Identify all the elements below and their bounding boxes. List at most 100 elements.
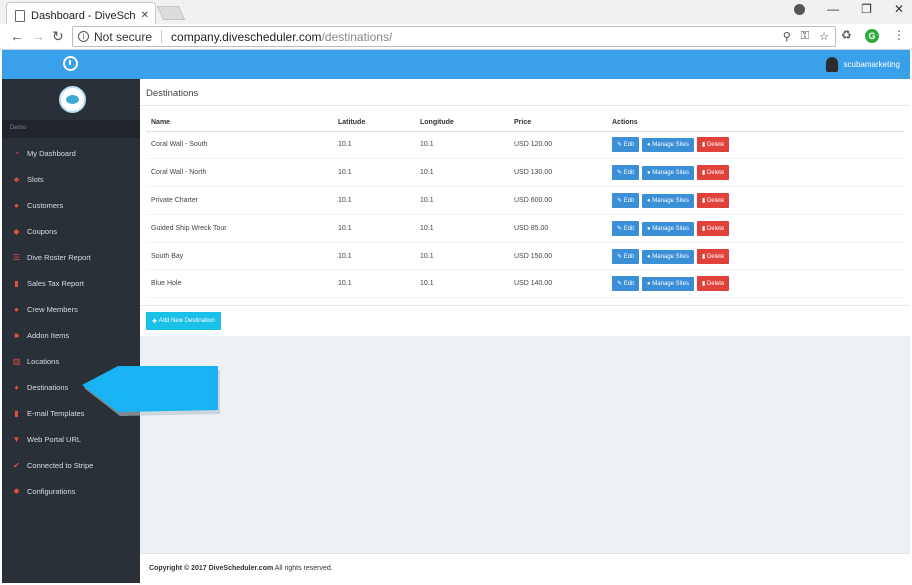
edit-button[interactable]: ✎ Edit [612,165,640,181]
browser-tab[interactable]: Dashboard - DiveSchedu ✕ [6,2,156,24]
divider [161,30,163,43]
pencil-icon: ✎ [617,170,623,177]
url-input[interactable]: i Not secure company.divescheduler.com /… [72,26,836,47]
manage-sites-button[interactable]: ● Manage Sites [642,221,694,236]
grammarly-extension-icon[interactable]: G [865,29,879,43]
reload-icon[interactable]: ↻ [52,28,64,45]
edit-button[interactable]: ✎ Edit [612,220,640,236]
sidebar-item-label: My Dashboard [27,148,76,158]
column-header-longitude[interactable]: Longitude [415,114,509,132]
sidebar-item-slots[interactable]: ♣ Slots [2,166,140,192]
back-icon[interactable]: ← [10,28,24,44]
pencil-icon: ✎ [617,253,623,260]
page-title: Destinations [146,88,199,99]
new-tab-button[interactable] [156,6,186,20]
cell-price: USD 600.00 [509,186,607,215]
trash-icon: ▮ [701,197,706,204]
key-icon[interactable]: ⚿ [801,30,809,43]
column-header-price[interactable]: Price [509,114,607,132]
sidebar-item-customers[interactable]: ● Customers [2,192,140,218]
table-header-row: Name Latitude Longitude Price Actions [146,114,904,132]
sidebar-item-web-portal-url[interactable]: ▼ Web Portal URL [2,426,140,452]
list-icon: ☰ [12,252,21,262]
sidebar-item-label: Web Portal URL [27,434,82,444]
edit-button[interactable]: ✎ Edit [612,192,640,208]
sidebar-item-coupons[interactable]: ◆ Coupons [2,218,140,244]
restore-icon[interactable]: ❐ [861,2,872,16]
cell-latitude: 10.1 [333,269,415,299]
sidebar-item-connected-to-stripe[interactable]: ✔ Connected to Stripe [2,452,140,478]
divider [140,105,910,106]
add-new-destination-button[interactable]: ✚ Add New Destination [146,312,221,330]
table-row: Private Charter 10.1 10.1 USD 600.00 ✎ E… [146,186,904,215]
cell-price: USD 85.00 [509,214,607,243]
star-icon[interactable]: ☆ [819,30,829,43]
delete-button[interactable]: ▮ Delete [696,192,730,208]
manage-sites-button[interactable]: ● Manage Sites [642,277,694,292]
delete-button[interactable]: ▮ Delete [696,276,730,292]
app-header: scubamarketing [2,50,910,79]
sidebar-item-label: Slots [27,174,44,184]
delete-button[interactable]: ▮ Delete [696,248,730,264]
sidebar-item-my-dashboard[interactable]: ◔ My Dashboard [2,140,140,166]
close-window-icon[interactable]: ✕ [894,2,904,16]
forward-icon[interactable]: → [31,28,45,44]
users-icon: ● [647,253,651,260]
tags-icon: ◆ [13,226,20,236]
delete-button[interactable]: ▮ Delete [696,137,730,153]
close-tab-icon[interactable]: ✕ [141,10,149,21]
account-icon[interactable] [794,3,806,15]
delete-button[interactable]: ▮ Delete [696,220,730,236]
bookmark-icon: ▼ [12,434,21,444]
zoom-icon[interactable]: ⚲ [783,30,791,43]
delete-label: Delete [706,253,725,260]
cell-price: USD 120.00 [509,131,607,160]
pencil-icon: ✎ [617,142,623,149]
edit-button[interactable]: ✎ Edit [612,276,640,292]
manage-sites-button[interactable]: ● Manage Sites [642,138,694,153]
clock-icon[interactable] [63,56,78,71]
cell-latitude: 10.1 [333,214,415,243]
sidebar-item-crew-members[interactable]: ● Crew Members [2,296,140,322]
logo[interactable] [59,86,86,113]
manage-sites-button[interactable]: ● Manage Sites [642,193,694,208]
cell-latitude: 10.1 [333,158,415,188]
cell-longitude: 10.1 [415,158,509,188]
manage-sites-button[interactable]: ● Manage Sites [642,166,694,181]
sidebar-item-addon-items[interactable]: ■ Addon Items [2,322,140,348]
file-icon: ▮ [14,278,19,288]
divider [140,305,910,306]
trash-icon: ▮ [701,170,706,177]
delete-button[interactable]: ▮ Delete [696,165,730,181]
trash-icon: ▮ [701,281,706,288]
delete-label: Delete [706,281,725,288]
minimize-icon[interactable]: — [827,2,839,16]
cell-latitude: 10.1 [333,242,415,271]
sidebar-item-configurations[interactable]: ✹ Configurations [2,478,140,504]
map-marker-icon: ♦ [14,382,19,392]
plus-icon: ✚ [152,318,158,325]
footer: Copyright © 2017 DiveScheduler.com All r… [140,553,910,583]
sidebar-item-label: Locations [27,356,60,366]
column-header-name[interactable]: Name [146,114,333,132]
menu-icon[interactable]: ⋮ [893,28,905,42]
info-icon[interactable]: i [78,31,89,42]
sidebar-item-label: Configurations [27,486,76,496]
cell-longitude: 10.1 [415,131,509,160]
user-menu[interactable]: scubamarketing [825,57,900,72]
sidebar-item-dive-roster-report[interactable]: ☰ Dive Roster Report [2,244,140,270]
recycle-extension-icon[interactable]: ♻ [841,28,852,42]
edit-button[interactable]: ✎ Edit [612,248,640,264]
delete-label: Delete [706,170,725,177]
edit-label: Edit [623,170,635,177]
edit-button[interactable]: ✎ Edit [612,137,640,153]
cell-actions: ✎ Edit ● Manage Sites ▮ Delete [607,269,904,299]
address-bar-row: ← → ↻ i Not secure company.divescheduler… [0,24,912,50]
manage-sites-button[interactable]: ● Manage Sites [642,249,694,264]
edit-label: Edit [623,142,635,149]
column-header-latitude[interactable]: Latitude [333,114,415,132]
sidebar-item-sales-tax-report[interactable]: ▮ Sales Tax Report [2,270,140,296]
cell-name: Guided Ship Wreck Tour [146,214,333,243]
sidebar-item-label: Dive Roster Report [27,252,91,262]
avatar [825,57,838,72]
